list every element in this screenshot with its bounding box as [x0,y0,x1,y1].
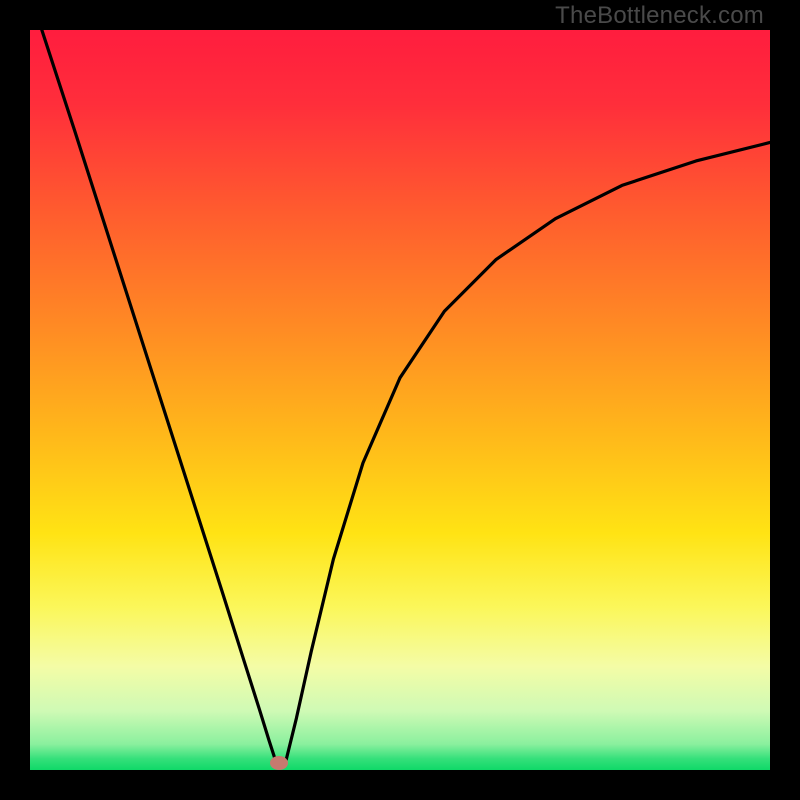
bottleneck-curve [30,30,770,770]
plot-area [30,30,770,770]
watermark-text: TheBottleneck.com [555,2,764,30]
curve-right-branch [285,142,770,763]
optimal-point-marker [270,756,288,770]
curve-left-branch [42,30,277,763]
